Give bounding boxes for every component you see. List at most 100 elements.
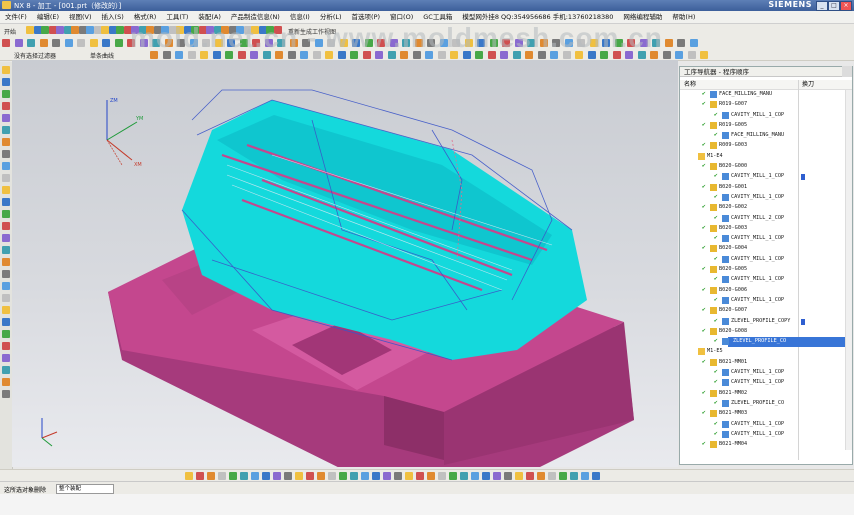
column-toolchange[interactable]: 换刀 <box>798 80 814 89</box>
view-tool-icon[interactable] <box>350 472 358 480</box>
toolbar-tool-icon[interactable] <box>687 51 696 59</box>
view-tool-icon[interactable] <box>581 472 589 480</box>
resource-tab-icon[interactable] <box>2 390 10 398</box>
navigator-scrollbar[interactable] <box>845 90 852 450</box>
view-tool-icon[interactable] <box>570 472 578 480</box>
maximize-button[interactable]: □ <box>828 1 840 11</box>
toolbar-tool-icon[interactable] <box>26 26 34 34</box>
view-tool-icon[interactable] <box>394 472 402 480</box>
view-tool-icon[interactable] <box>493 472 501 480</box>
menu-item-3[interactable]: 插入(S) <box>97 11 129 23</box>
resource-tab-icon[interactable] <box>2 114 10 122</box>
menu-item-1[interactable]: 编辑(E) <box>32 11 64 23</box>
toolbar-tool-icon[interactable] <box>2 39 10 47</box>
resource-tab-icon[interactable] <box>2 330 10 338</box>
resource-tab-icon[interactable] <box>2 282 10 290</box>
resource-tab-icon[interactable] <box>2 174 10 182</box>
view-tool-icon[interactable] <box>185 472 193 480</box>
resource-tab-icon[interactable] <box>2 306 10 314</box>
resource-tab-icon[interactable] <box>2 234 10 242</box>
resource-tab-icon[interactable] <box>2 378 10 386</box>
resource-tab-icon[interactable] <box>2 222 10 230</box>
program-group-row[interactable]: ✔ B020-G003 <box>680 224 852 234</box>
toolbar-tool-icon[interactable] <box>71 26 79 34</box>
view-tool-icon[interactable] <box>548 472 556 480</box>
operation-row[interactable]: ✔ CAVITY_MILL_1_COP <box>680 234 852 244</box>
scope-dropdown[interactable]: 单条曲线 <box>90 51 114 60</box>
operation-row[interactable]: ✔ CAVITY_MILL_1_COP <box>680 296 852 306</box>
view-tool-icon[interactable] <box>306 472 314 480</box>
view-tool-icon[interactable] <box>229 472 237 480</box>
view-tool-icon[interactable] <box>427 472 435 480</box>
resource-tab-icon[interactable] <box>2 126 10 134</box>
view-tool-icon[interactable] <box>251 472 259 480</box>
view-tool-icon[interactable] <box>526 472 534 480</box>
program-root-row[interactable]: M1-E4 <box>680 152 852 162</box>
toolbar-tool-icon[interactable] <box>86 26 94 34</box>
selection-filter-dropdown[interactable]: 没有选择过滤器 <box>14 51 56 60</box>
toolbar-tool-icon[interactable] <box>662 51 671 59</box>
view-tool-icon[interactable] <box>284 472 292 480</box>
view-tool-icon[interactable] <box>482 472 490 480</box>
view-tool-icon[interactable] <box>504 472 512 480</box>
operation-row[interactable]: ✔ FACE_MILLING_MANU <box>680 90 852 100</box>
close-button[interactable]: × <box>840 1 852 11</box>
resource-tab-icon[interactable] <box>2 366 10 374</box>
view-tool-icon[interactable] <box>383 472 391 480</box>
program-group-row[interactable]: ✔ B020-G000 <box>680 162 852 172</box>
view-tool-icon[interactable] <box>537 472 545 480</box>
operation-row[interactable]: ✔ CAVITY_MILL_1_COP <box>680 430 852 440</box>
assembly-filter-dropdown[interactable]: 整个装配 <box>56 484 114 494</box>
operation-row[interactable]: ✔ CAVITY_MILL_1_COP <box>680 193 852 203</box>
program-group-row[interactable]: ✔ R009-G003 <box>680 141 852 151</box>
program-group-row[interactable]: ✔ B020-G007 <box>680 306 852 316</box>
resource-tab-icon[interactable] <box>2 354 10 362</box>
view-tool-icon[interactable] <box>449 472 457 480</box>
toolbar-tool-icon[interactable] <box>52 39 60 47</box>
view-tool-icon[interactable] <box>592 472 600 480</box>
program-group-row[interactable]: ✔ B020-G006 <box>680 286 852 296</box>
view-tool-icon[interactable] <box>273 472 281 480</box>
start-menu-button[interactable]: 开始 <box>4 27 16 36</box>
resource-tab-icon[interactable] <box>2 66 10 74</box>
resource-tab-icon[interactable] <box>2 102 10 110</box>
operation-row[interactable]: ✔ CAVITY_MILL_1_COP <box>680 111 852 121</box>
view-tool-icon[interactable] <box>416 472 424 480</box>
program-group-row[interactable]: ✔ B021-MM02 <box>680 389 852 399</box>
resource-tab-icon[interactable] <box>2 186 10 194</box>
view-tool-icon[interactable] <box>515 472 523 480</box>
view-tool-icon[interactable] <box>262 472 270 480</box>
toolbar-tool-icon[interactable] <box>27 39 35 47</box>
resource-tab-icon[interactable] <box>2 270 10 278</box>
view-tool-icon[interactable] <box>372 472 380 480</box>
operation-row[interactable]: ✔ CAVITY_MILL_1_COP <box>680 420 852 430</box>
menu-item-2[interactable]: 视图(V) <box>64 11 97 23</box>
navigator-close-icon[interactable] <box>842 66 852 77</box>
program-root-row[interactable]: M1-E5 <box>680 347 852 357</box>
toolbar-tool-icon[interactable] <box>102 39 110 47</box>
view-tool-icon[interactable] <box>207 472 215 480</box>
resource-tab-icon[interactable] <box>2 138 10 146</box>
toolbar-tool-icon[interactable] <box>64 39 73 47</box>
resource-tab-icon[interactable] <box>2 198 10 206</box>
view-tool-icon[interactable] <box>339 472 347 480</box>
program-group-row[interactable]: ✔ B020-G002 <box>680 203 852 213</box>
toolbar-tool-icon[interactable] <box>14 39 23 47</box>
toolbar-tool-icon[interactable] <box>39 39 48 47</box>
resource-tab-icon[interactable] <box>2 90 10 98</box>
resource-tab-icon[interactable] <box>2 246 10 254</box>
toolbar-tool-icon[interactable] <box>677 39 685 47</box>
toolbar-tool-icon[interactable] <box>700 51 708 59</box>
menu-item-15[interactable]: 帮助(H) <box>667 11 700 23</box>
column-name[interactable]: 名称 <box>684 80 696 89</box>
view-tool-icon[interactable] <box>438 472 446 480</box>
view-tool-icon[interactable] <box>559 472 567 480</box>
view-tool-icon[interactable] <box>405 472 413 480</box>
toolbar-tool-icon[interactable] <box>675 51 683 59</box>
program-group-row[interactable]: ✔ B021-MM03 <box>680 409 852 419</box>
operation-row[interactable]: ✔ ZLEVEL_PROFILE_COPY <box>680 317 852 327</box>
operation-row[interactable]: ✔ CAVITY_MILL_1_COP <box>680 172 852 182</box>
toolbar-tool-icon[interactable] <box>101 26 109 34</box>
resource-tab-icon[interactable] <box>2 318 10 326</box>
program-group-row[interactable]: ✔ B020-G004 <box>680 244 852 254</box>
